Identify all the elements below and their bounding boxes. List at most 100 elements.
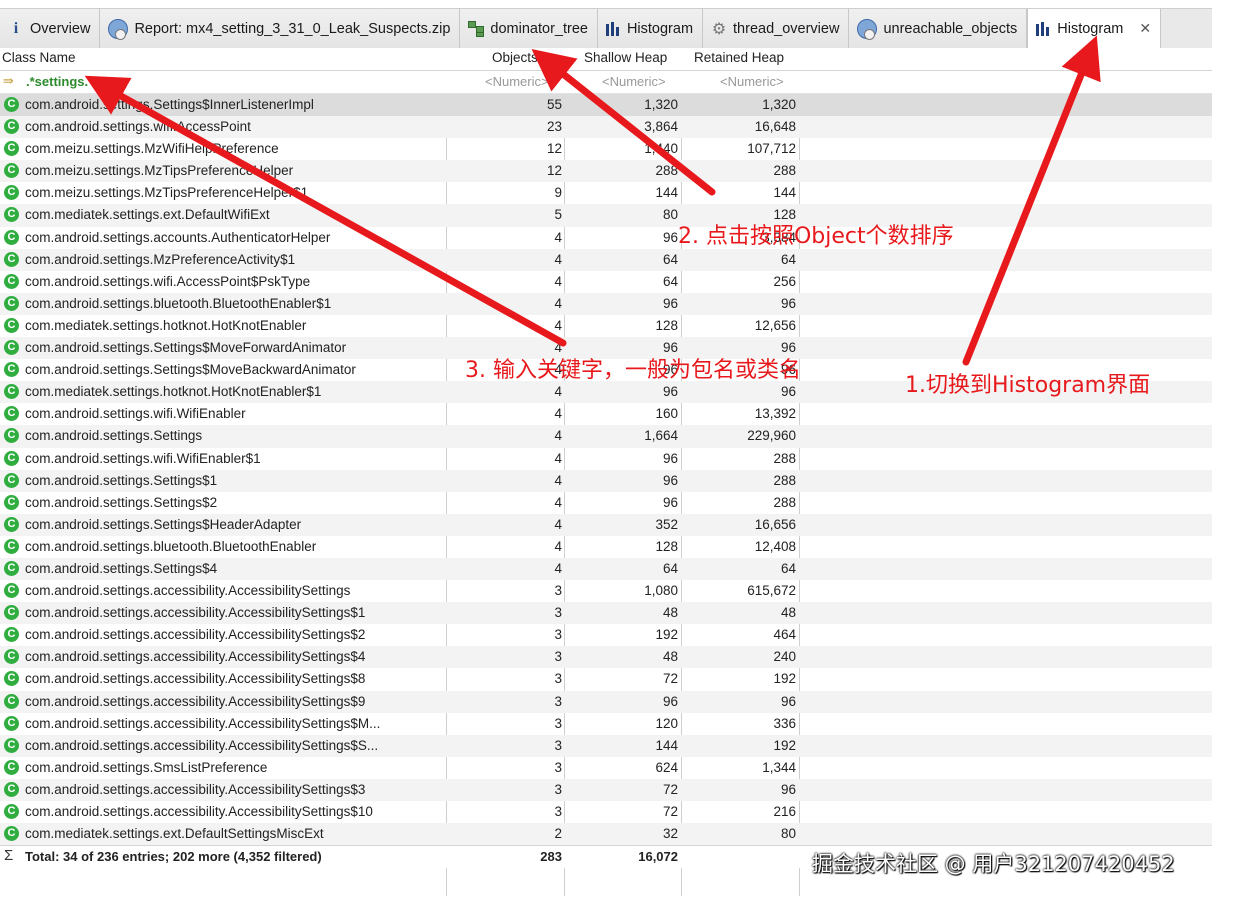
class-icon: C <box>4 826 19 842</box>
cell-objects: 4 <box>554 538 562 554</box>
cell-class-name: com.mediatek.settings.ext.DefaultWifiExt <box>25 207 270 223</box>
class-icon: C <box>4 516 19 532</box>
class-icon: C <box>4 141 19 157</box>
cell-shallow-heap: 80 <box>662 207 678 223</box>
table-row[interactable]: Ccom.android.settings.bluetooth.Bluetoot… <box>0 536 1212 558</box>
tab-label: Overview <box>30 21 91 37</box>
table-row[interactable]: Ccom.android.settings.accessibility.Acce… <box>0 713 1212 735</box>
class-icon: C <box>4 494 19 510</box>
class-name-filter-input[interactable]: .*settings.* <box>26 74 93 89</box>
table-row[interactable]: Ccom.android.settings.accessibility.Acce… <box>0 580 1212 602</box>
cell-class-name: com.android.settings.MzPreferenceActivit… <box>25 251 296 267</box>
cell-retained-heap: 256 <box>773 273 796 289</box>
close-icon[interactable]: ✕ <box>1139 20 1151 37</box>
column-header-objects[interactable]: Objects ⌄ <box>492 50 553 66</box>
cell-shallow-heap: 96 <box>662 472 678 488</box>
cell-class-name: com.android.settings.Settings$InnerListe… <box>25 97 314 112</box>
cell-shallow-heap: 96 <box>662 295 678 311</box>
table-row[interactable]: Ccom.android.settings.accounts.Authentic… <box>0 227 1212 249</box>
table-row[interactable]: Ccom.android.settings.Settings 4 1,664 229,… <box>0 425 1212 448</box>
cell-class-name: com.meizu.settings.MzTipsPreferenceHelpe… <box>25 163 294 179</box>
cell-objects: 3 <box>554 737 562 753</box>
table-row[interactable]: Ccom.meizu.settings.MzTipsPreferenceHelp… <box>0 160 1212 183</box>
cell-shallow-heap: 128 <box>655 538 678 554</box>
cell-shallow-heap: 3,864 <box>644 119 678 135</box>
cell-objects: 3 <box>554 605 562 621</box>
tab-overview[interactable]: i Overview <box>0 9 101 49</box>
table-row[interactable]: Ccom.android.settings.accessibility.Acce… <box>0 646 1212 669</box>
table-row[interactable]: Ccom.android.settings.Settings$2 4 96 288 <box>0 492 1212 514</box>
cell-retained-heap: 192 <box>773 671 796 687</box>
table-row[interactable]: Ccom.mediatek.settings.ext.DefaultSettin… <box>0 823 1212 846</box>
table-row[interactable]: Ccom.android.settings.wifi.AccessPoint 23… <box>0 116 1212 139</box>
table-row[interactable]: Ccom.android.settings.Settings$InnerList… <box>0 94 1212 117</box>
table-row[interactable]: Ccom.android.settings.Settings$4 4 64 64 <box>0 557 1212 581</box>
cell-objects: 3 <box>554 804 562 819</box>
table-row[interactable]: Ccom.android.settings.Settings$1 4 96 288 <box>0 469 1212 492</box>
cell-objects: 4 <box>554 472 562 488</box>
cell-shallow-heap: 96 <box>662 494 678 510</box>
table-row[interactable]: Ccom.android.settings.accessibility.Acce… <box>0 778 1212 801</box>
annotation-step2: 2. 点击按照Object个数排序 <box>678 224 954 249</box>
cell-retained-heap: 16,648 <box>754 119 796 135</box>
tab-dominator-tree[interactable]: dominator_tree <box>460 9 598 49</box>
class-icon: C <box>4 273 19 289</box>
column-header-retained-heap[interactable]: Retained Heap <box>694 50 784 65</box>
tab-thread-overview[interactable]: ⚙ thread_overview <box>703 9 850 49</box>
cell-objects: 4 <box>554 317 562 333</box>
cell-shallow-heap: 288 <box>655 163 678 179</box>
table-row[interactable]: Ccom.android.settings.accessibility.Acce… <box>0 734 1212 757</box>
regex-filter-icon: ⇛ <box>3 73 14 88</box>
cell-shallow-heap: 352 <box>655 516 678 532</box>
table-row[interactable]: Ccom.mediatek.settings.hotknot.HotKnotEn… <box>0 315 1212 337</box>
table-row[interactable]: Ccom.android.settings.accessibility.Acce… <box>0 624 1212 646</box>
table-row[interactable]: Ccom.android.settings.Settings$HeaderAda… <box>0 513 1212 536</box>
table-row[interactable]: Ccom.android.settings.accessibility.Acce… <box>0 602 1212 625</box>
table-row[interactable]: Ccom.android.settings.wifi.WifiEnabler$1… <box>0 448 1212 470</box>
table-row[interactable]: Ccom.android.settings.MzPreferenceActivi… <box>0 248 1212 271</box>
objects-filter-input[interactable]: <Numeric> <box>485 74 549 89</box>
table-row[interactable]: Ccom.meizu.settings.MzWifiHelpPreference… <box>0 138 1212 160</box>
class-icon: C <box>4 428 19 444</box>
shallow-heap-filter-input[interactable]: <Numeric> <box>602 74 666 89</box>
class-icon: C <box>4 119 19 135</box>
tab-histogram-active[interactable]: Histogram ✕ <box>1027 9 1162 49</box>
cell-retained-heap: 615,672 <box>747 583 796 599</box>
histogram-table: Class Name Objects ⌄ Shallow Heap Retain… <box>0 48 1212 869</box>
tab-histogram-1[interactable]: Histogram <box>597 9 704 49</box>
annotation-step3: 3. 输入关键字，一般为包名或类名 <box>465 358 801 383</box>
annotation-step1: 1.切换到Histogram界面 <box>905 373 1151 398</box>
table-row[interactable]: Ccom.android.settings.SmsListPreference 3… <box>0 757 1212 779</box>
retained-heap-filter-input[interactable]: <Numeric> <box>720 74 784 89</box>
table-row[interactable]: Ccom.android.settings.accessibility.Acce… <box>0 801 1212 823</box>
class-icon: C <box>4 583 19 599</box>
class-icon: C <box>4 97 19 112</box>
table-row[interactable]: Ccom.meizu.settings.MzTipsPreferenceHelp… <box>0 182 1212 204</box>
cell-shallow-heap: 192 <box>655 627 678 643</box>
table-row[interactable]: Ccom.android.settings.wifi.WifiEnabler 4 1… <box>0 403 1212 425</box>
table-row[interactable]: Ccom.android.settings.accessibility.Acce… <box>0 668 1212 690</box>
tab-unreachable-objects[interactable]: unreachable_objects <box>849 9 1028 49</box>
tab-label: Report: mx4_setting_3_31_0_Leak_Suspects… <box>134 21 451 37</box>
cell-shallow-heap: 96 <box>662 229 678 245</box>
class-icon: C <box>4 472 19 488</box>
table-row[interactable]: Ccom.android.settings.wifi.AccessPoint$P… <box>0 271 1212 293</box>
cell-shallow-heap: 32 <box>662 826 678 842</box>
table-row[interactable]: Ccom.android.settings.bluetooth.Bluetoot… <box>0 292 1212 315</box>
cell-class-name: com.android.settings.accessibility.Acces… <box>25 671 366 687</box>
tab-label: unreachable_objects <box>883 21 1018 37</box>
column-header-shallow-heap[interactable]: Shallow Heap <box>584 50 667 65</box>
cell-objects: 4 <box>554 251 562 267</box>
column-header-class-name[interactable]: Class Name <box>2 50 76 65</box>
cell-objects: 4 <box>554 494 562 510</box>
table-row[interactable]: Ccom.android.settings.accessibility.Acce… <box>0 690 1212 713</box>
tab-report[interactable]: Report: mx4_setting_3_31_0_Leak_Suspects… <box>100 9 461 49</box>
cell-objects: 4 <box>554 295 562 311</box>
cell-retained-heap: 12,408 <box>754 538 796 554</box>
table-row[interactable]: Ccom.mediatek.settings.ext.DefaultWifiEx… <box>0 204 1212 227</box>
info-icon: i <box>13 20 19 37</box>
class-icon: C <box>4 759 19 775</box>
cell-objects: 3 <box>554 583 562 599</box>
cell-shallow-heap: 48 <box>662 649 678 665</box>
cell-objects: 12 <box>546 141 562 157</box>
